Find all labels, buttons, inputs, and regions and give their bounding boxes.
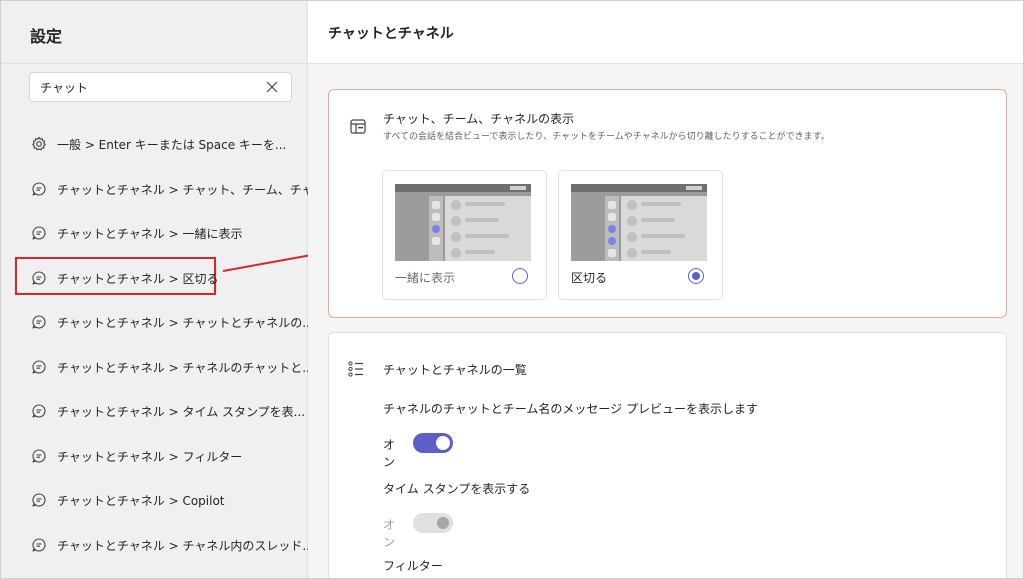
toggle-timestamp[interactable] bbox=[413, 513, 453, 533]
search-result-label: チャットとチャネル > タイム スタンプを表... bbox=[57, 405, 306, 419]
search-input[interactable] bbox=[40, 78, 250, 96]
chat-icon bbox=[32, 181, 46, 196]
page-title: チャットとチャネル bbox=[328, 26, 454, 42]
setting-label-timestamp: タイム スタンプを表示する bbox=[383, 482, 531, 496]
display-card-title: チャット、チーム、チャネルの表示 bbox=[383, 112, 575, 126]
setting-label-filter: フィルター bbox=[383, 559, 443, 573]
option-preview-together bbox=[395, 184, 531, 261]
option-show-together[interactable]: 一緒に表示 bbox=[382, 170, 547, 300]
chat-icon bbox=[32, 315, 46, 329]
chat-icon bbox=[32, 359, 46, 374]
search-result-item[interactable]: チャットとチャネル > Copilot bbox=[1, 478, 307, 523]
chat-icon bbox=[32, 448, 46, 463]
sidebar-header: 設定 bbox=[1, 1, 307, 64]
search-result-item[interactable]: チャットとチャネル > タイム スタンプを表... bbox=[1, 389, 307, 434]
list-card-title: チャットとチャネルの一覧 bbox=[383, 363, 527, 377]
search-result-label: チャットとチャネル > 区切る bbox=[57, 271, 219, 286]
layout-panel-icon bbox=[350, 119, 366, 134]
toggle-state-text: オン bbox=[383, 438, 396, 469]
display-settings-card: チャット、チーム、チャネルの表示 すべての会話を結合ビューで表示したり、チャット… bbox=[328, 89, 1007, 318]
search-result-label: チャットとチャネル > Copilot bbox=[57, 494, 225, 508]
gear-icon bbox=[32, 136, 46, 151]
chat-icon bbox=[32, 226, 46, 240]
search-results-list: 一般 > Enter キーまたは Space キーを... チャットとチャネル … bbox=[1, 122, 325, 568]
sidebar-title: 設定 bbox=[30, 27, 63, 46]
radio-separate[interactable] bbox=[688, 268, 704, 284]
search-result-item[interactable]: チャットとチャネル > チャネル内のスレッド... bbox=[1, 523, 314, 568]
search-result-label: チャットとチャネル > フィルター bbox=[57, 449, 243, 464]
setting-label-message-preview: チャネルのチャットとチーム名のメッセージ プレビューを表示します bbox=[383, 402, 758, 416]
search-result-label: チャットとチャネル > チャネル内のスレッド... bbox=[57, 538, 314, 553]
toggle-message-preview[interactable] bbox=[413, 433, 453, 453]
search-result-item[interactable]: 一般 > Enter キーまたは Space キーを... bbox=[1, 122, 307, 167]
search-result-item[interactable]: チャットとチャネル > フィルター bbox=[1, 434, 307, 479]
settings-sidebar: 設定 一般 > Enter キーまたは Space キーを... bbox=[1, 1, 325, 578]
display-card-description: すべての会話を結合ビューで表示したり、チャットをチームやチャネルから切り離したり… bbox=[383, 132, 830, 142]
search-result-label: チャットとチャネル > チャット、チーム、チャ... bbox=[57, 182, 326, 197]
option-preview-separate bbox=[571, 184, 707, 261]
close-icon[interactable] bbox=[265, 80, 279, 94]
chat-icon bbox=[32, 493, 46, 507]
chat-icon bbox=[32, 270, 46, 285]
search-result-item[interactable]: チャットとチャネル > チャネルのチャットと... bbox=[1, 345, 314, 390]
list-icon bbox=[348, 361, 363, 377]
chat-icon bbox=[32, 404, 46, 418]
search-result-label: チャットとチャネル > 一緒に表示 bbox=[57, 227, 243, 241]
option-label: 区切る bbox=[571, 271, 608, 285]
chat-icon bbox=[32, 537, 46, 552]
toggle-state-text: オン bbox=[383, 518, 396, 549]
search-result-item[interactable]: チャットとチャネル > チャットとチャネルの... bbox=[1, 300, 314, 345]
search-result-label: チャットとチャネル > チャットとチャネルの... bbox=[57, 316, 314, 330]
search-result-label: 一般 > Enter キーまたは Space キーを... bbox=[57, 138, 287, 152]
search-result-item[interactable]: チャットとチャネル > チャット、チーム、チャ... bbox=[1, 167, 325, 212]
search-box bbox=[29, 72, 292, 102]
search-result-label: チャットとチャネル > チャネルのチャットと... bbox=[57, 360, 314, 375]
settings-window: 設定 一般 > Enter キーまたは Space キーを... bbox=[0, 0, 1024, 579]
chat-list-settings-card: チャットとチャネルの一覧 チャネルのチャットとチーム名のメッセージ プレビューを… bbox=[328, 332, 1007, 578]
radio-show-together[interactable] bbox=[512, 268, 528, 284]
option-separate[interactable]: 区切る bbox=[558, 170, 723, 300]
settings-main: チャットとチャネル チャット、チーム、チャネルの表示 すべての会話を結合ビューで… bbox=[308, 1, 1023, 578]
option-label: 一緒に表示 bbox=[395, 271, 456, 285]
main-header: チャットとチャネル bbox=[308, 1, 1023, 64]
